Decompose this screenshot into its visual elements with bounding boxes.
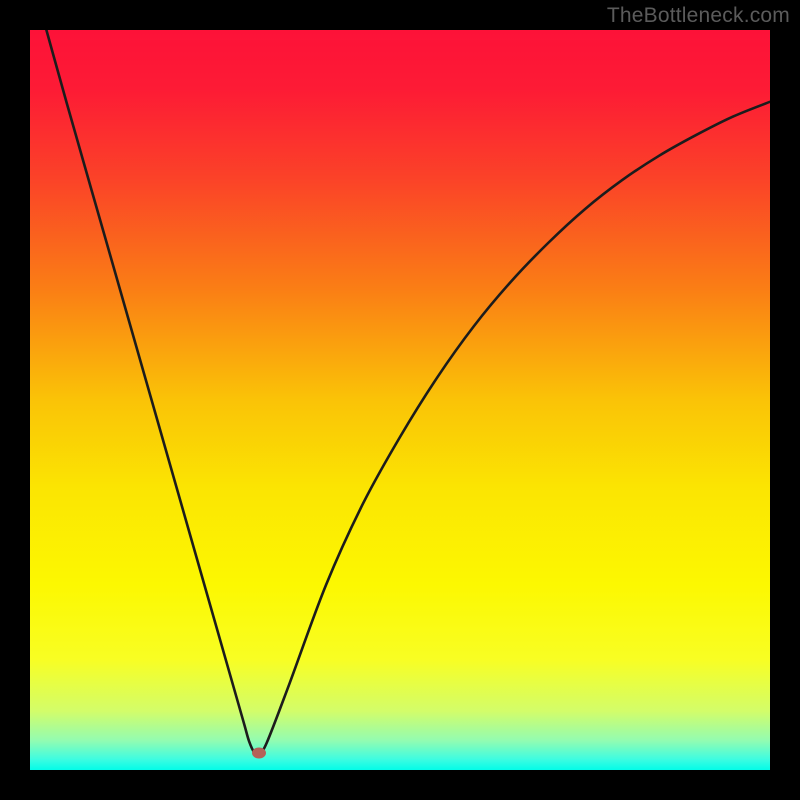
curve-layer: [30, 30, 770, 770]
bottleneck-curve: [30, 30, 770, 754]
optimum-marker-dot: [252, 747, 266, 758]
plot-area: [30, 30, 770, 770]
watermark-text: TheBottleneck.com: [607, 4, 790, 28]
chart-frame: TheBottleneck.com: [0, 0, 800, 800]
